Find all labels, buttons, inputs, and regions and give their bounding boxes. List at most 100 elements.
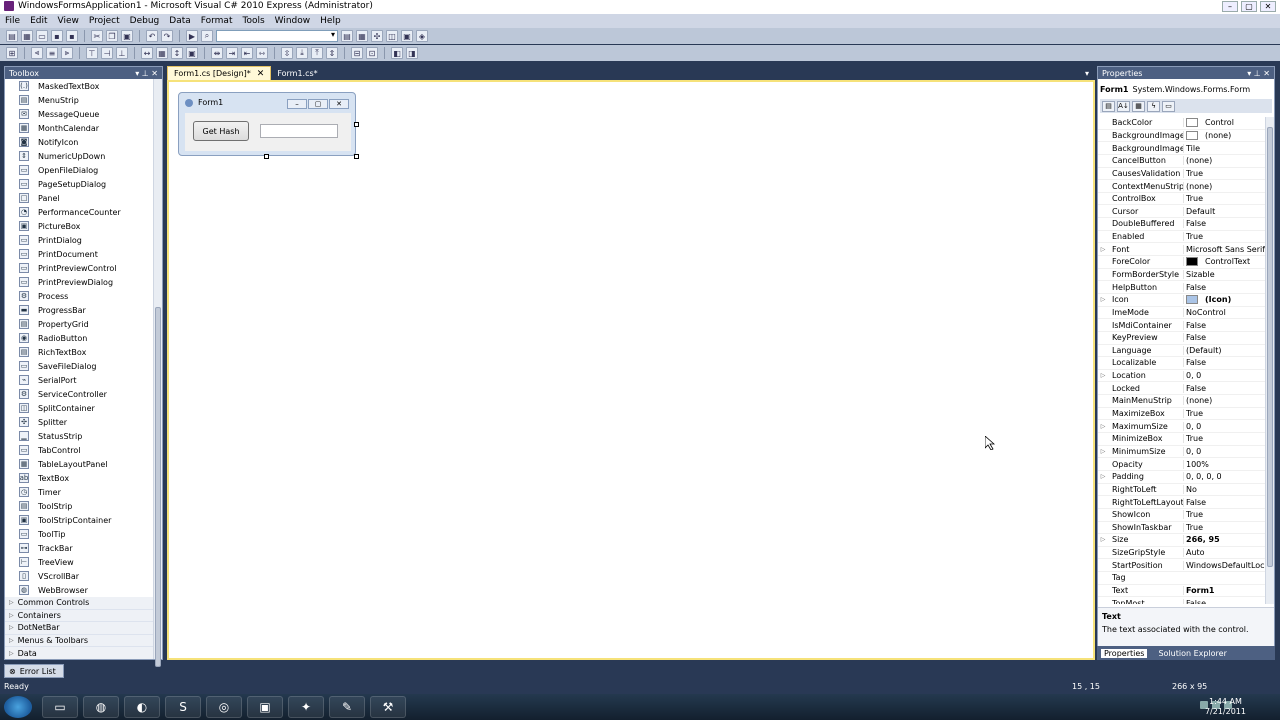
find-combo[interactable] [216,30,338,42]
runner-taskbar-icon[interactable]: ✦ [288,696,324,718]
toolbox-item[interactable]: ✉ MessageQueue [5,107,155,121]
property-row[interactable]: MinimizeBox True [1098,433,1267,446]
property-value[interactable]: 0, 0 [1183,371,1267,381]
toolbox-category[interactable]: ▷ Containers [5,609,155,623]
expand-icon[interactable]: ▷ [1098,296,1108,303]
remove-vertical-spacing-icon[interactable]: ⇕ [326,47,338,59]
property-value[interactable]: True [1183,522,1267,532]
property-row[interactable]: Text Form1 [1098,585,1267,598]
vs-express-taskbar-icon[interactable]: ▣ [247,696,283,718]
toolbox-item[interactable]: ◙ NotifyIcon [5,135,155,149]
toolbox-item[interactable]: ▣ ToolStripContainer [5,513,155,527]
property-value[interactable]: (Icon) [1183,295,1267,305]
toolbox-item[interactable]: ▭ PrintPreviewControl [5,261,155,275]
close-icon[interactable]: ✕ [151,69,158,78]
find-icon[interactable]: ⌕ [201,30,213,42]
redo-icon[interactable]: ↷ [161,30,173,42]
toolbox-item[interactable]: ▭ OpenFileDialog [5,163,155,177]
property-row[interactable]: ShowIcon True [1098,509,1267,522]
notepad-taskbar-icon[interactable]: ✎ [329,696,365,718]
align-rights-icon[interactable]: ⫸ [61,47,73,59]
property-row[interactable]: RightToLeftLayout False [1098,496,1267,509]
resize-handle-bottom[interactable] [264,154,269,159]
toolbox-item[interactable]: (.) MaskedTextBox [5,79,155,93]
object-selector[interactable]: Form1 System.Windows.Forms.Form [1100,83,1272,95]
designer-surface[interactable] [167,80,1095,660]
property-value[interactable]: False [1183,333,1267,343]
explorer-taskbar-icon[interactable]: ▭ [42,696,78,718]
property-value[interactable]: (none) [1183,396,1267,406]
property-row[interactable]: ContextMenuStrip (none) [1098,180,1267,193]
property-row[interactable]: Cursor Default [1098,205,1267,219]
property-value[interactable]: False [1183,358,1267,368]
toolbox-item[interactable]: ▣ PictureBox [5,219,155,233]
toolbox-item[interactable]: ⚙ ServiceController [5,387,155,401]
size-to-grid-icon[interactable]: ▦ [156,47,168,59]
property-value[interactable]: 0, 0, 0, 0 [1183,472,1267,482]
start-button[interactable] [4,696,32,718]
chevron-down-icon[interactable]: ▾ [1085,69,1089,78]
property-row[interactable]: Language (Default) [1098,345,1267,358]
resize-handle-corner[interactable] [354,154,359,159]
toolbox-item[interactable]: ▦ MonthCalendar [5,121,155,135]
hash-textbox[interactable] [260,124,338,138]
expand-icon[interactable]: ▷ [1098,536,1108,543]
toolbox-item[interactable]: ⇕ NumericUpDown [5,149,155,163]
taskbar-clock[interactable]: 1:44 AM 7/21/2011 [1205,697,1246,717]
property-value[interactable]: 266, 95 [1183,535,1267,545]
property-value[interactable]: (none) [1183,130,1267,140]
menu-item-project[interactable]: Project [84,16,125,26]
make-same-width-icon[interactable]: ↔ [141,47,153,59]
toolbox-item[interactable]: ◔ PerformanceCounter [5,205,155,219]
expand-icon[interactable]: ▷ [1098,473,1108,480]
toolbox-item[interactable]: ◷ Timer [5,485,155,499]
expand-icon[interactable]: ▷ [9,599,14,606]
property-value[interactable]: False [1183,282,1267,292]
save-icon[interactable]: ▪ [51,30,63,42]
property-row[interactable]: FormBorderStyle Sizable [1098,269,1267,282]
property-row[interactable]: ▷ MinimumSize 0, 0 [1098,446,1267,459]
property-row[interactable]: ▷ Location 0, 0 [1098,370,1267,383]
toolbox-item[interactable]: ◉ RadioButton [5,331,155,345]
toolbox-item[interactable]: ▭ PrintDialog [5,233,155,247]
close-button[interactable]: ✕ [1260,1,1276,12]
align-lefts-icon[interactable]: ⫷ [31,47,43,59]
property-value[interactable]: False [1183,219,1267,229]
menu-item-view[interactable]: View [53,16,84,26]
extension-manager-icon[interactable]: ◈ [416,30,428,42]
property-value[interactable]: Control [1183,118,1267,128]
toolbox-item[interactable]: ▤ RichTextBox [5,345,155,359]
decrease-vertical-spacing-icon[interactable]: ⤒ [311,47,323,59]
object-browser-icon[interactable]: ◫ [386,30,398,42]
property-row[interactable]: ForeColor ControlText [1098,256,1267,269]
property-value[interactable]: False [1183,320,1267,330]
dropdown-icon[interactable]: ▾ [135,69,139,78]
maximize-button[interactable]: ▢ [1241,1,1257,12]
toolbox-item[interactable]: ▤ MenuStrip [5,93,155,107]
property-row[interactable]: ▷ MaximumSize 0, 0 [1098,420,1267,434]
property-row[interactable]: IsMdiContainer False [1098,319,1267,332]
menu-item-data[interactable]: Data [164,16,196,26]
alphabetical-icon[interactable]: A↓ [1117,100,1130,112]
events-icon[interactable]: ϟ [1147,100,1160,112]
paste-icon[interactable]: ▣ [121,30,133,42]
toolbox-item[interactable]: ▤ PropertyGrid [5,317,155,331]
expand-icon[interactable]: ▷ [1098,423,1108,430]
toolbox-item[interactable]: ▭ PrintPreviewDialog [5,275,155,289]
tab-list-dropdown[interactable]: ▾ [1079,66,1095,80]
toolbox-item[interactable]: ⌁ SerialPort [5,373,155,387]
make-same-height-icon[interactable]: ↕ [171,47,183,59]
decrease-horizontal-spacing-icon[interactable]: ⇤ [241,47,253,59]
toolbox-item[interactable]: ▯ VScrollBar [5,569,155,583]
property-row[interactable]: CancelButton (none) [1098,155,1267,168]
toolbox-item[interactable]: ✣ Splitter [5,415,155,429]
remove-horizontal-spacing-icon[interactable]: ⇿ [256,47,268,59]
property-row[interactable]: BackColor Control [1098,117,1267,130]
align-middles-icon[interactable]: ⊣ [101,47,113,59]
menu-item-help[interactable]: Help [315,16,346,26]
property-value[interactable]: 100% [1183,459,1267,469]
toolbox-item[interactable]: ▬ ProgressBar [5,303,155,317]
property-row[interactable]: ▷ Size 266, 95 [1098,534,1267,547]
properties-icon[interactable]: ▦ [356,30,368,42]
property-row[interactable]: ShowInTaskbar True [1098,522,1267,535]
